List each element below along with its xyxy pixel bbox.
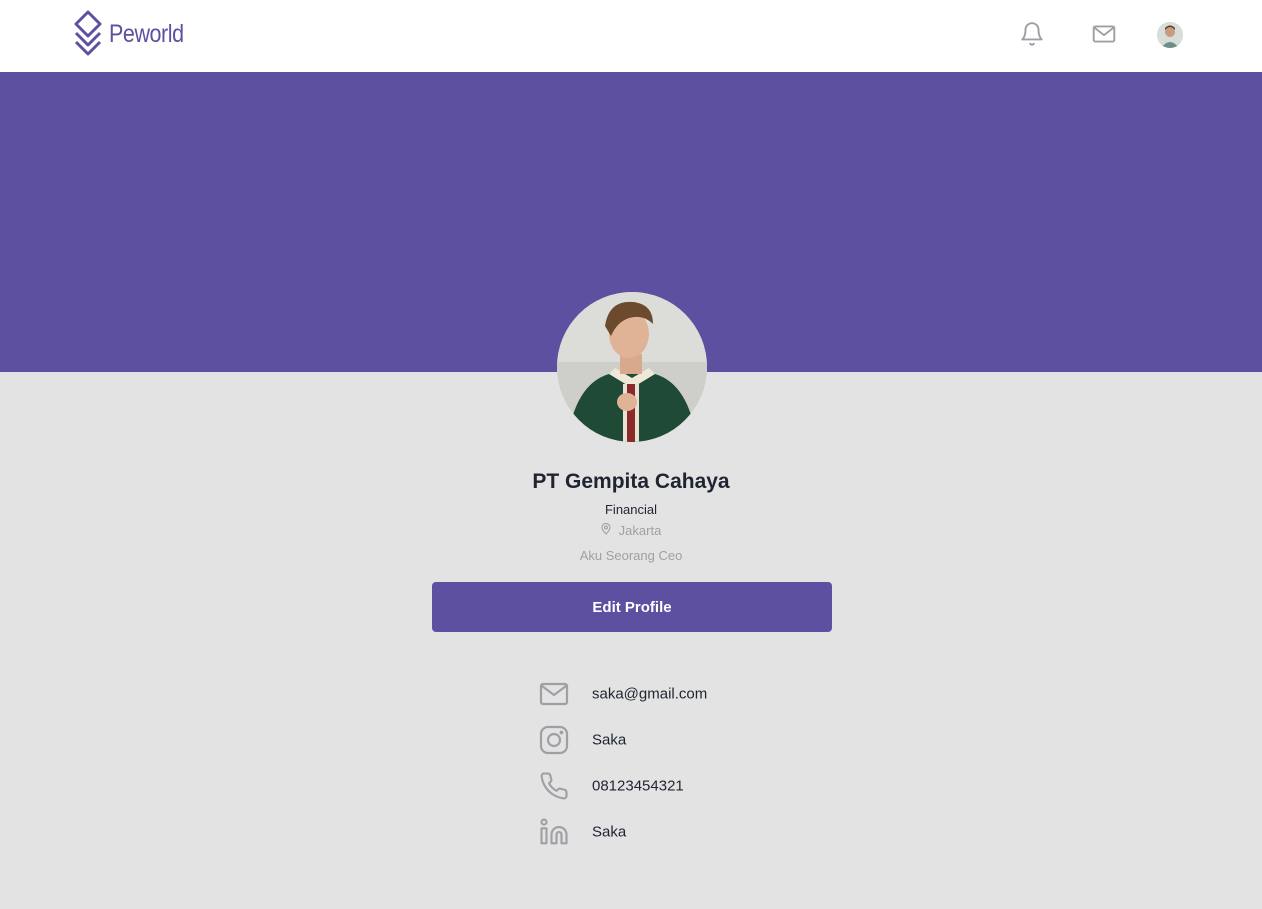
instagram-text: Saka bbox=[592, 731, 627, 749]
contact-linkedin[interactable]: Saka bbox=[538, 816, 626, 848]
logo[interactable]: Peworld bbox=[73, 10, 196, 58]
bio-text: Aku Seorang Ceo bbox=[579, 548, 683, 563]
map-pin-icon bbox=[601, 522, 611, 538]
contact-email[interactable]: saka@gmail.com bbox=[538, 678, 707, 710]
instagram-icon bbox=[538, 724, 570, 756]
phone-icon bbox=[538, 770, 570, 802]
industry-label: Financial bbox=[604, 502, 658, 517]
navbar: Peworld bbox=[0, 0, 1262, 72]
location-row: Jakarta bbox=[0, 522, 1262, 538]
mail-icon bbox=[538, 678, 570, 710]
logo-icon bbox=[73, 10, 103, 58]
linkedin-icon bbox=[538, 816, 570, 848]
company-name: PT Gempita Cahaya bbox=[532, 470, 730, 493]
bell-icon[interactable] bbox=[1019, 21, 1045, 47]
mail-icon[interactable] bbox=[1091, 21, 1117, 47]
email-text: saka@gmail.com bbox=[592, 685, 708, 703]
phone-text: 08123454321 bbox=[592, 777, 684, 795]
profile-photo bbox=[557, 292, 707, 442]
linkedin-text: Saka bbox=[592, 823, 627, 841]
contact-phone[interactable]: 08123454321 bbox=[538, 770, 684, 802]
contact-instagram[interactable]: Saka bbox=[538, 724, 626, 756]
location-text: Jakarta bbox=[618, 523, 662, 538]
user-avatar[interactable] bbox=[1157, 22, 1183, 48]
edit-profile-button[interactable]: Edit Profile bbox=[432, 582, 832, 632]
logo-text: Peworld bbox=[109, 19, 184, 48]
